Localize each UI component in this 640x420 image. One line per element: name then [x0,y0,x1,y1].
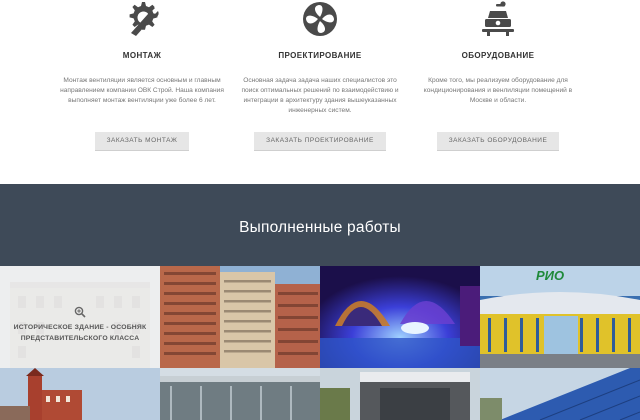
service-title: ПРОЕКТИРОВАНИЕ [278,51,362,60]
service-description: Основная задача задача наших специалисто… [241,77,399,114]
work-tile-shopping-mall[interactable]: РИО [480,266,640,368]
work-tile-residential-towers[interactable] [160,266,320,368]
service-title: ОБОРУДОВАНИЕ [461,51,535,60]
red-tower-photo [0,368,160,420]
residential-towers-photo [160,266,320,368]
work-tile-modern-office[interactable] [320,368,480,420]
work-caption: ИСТОРИЧЕСКОЕ ЗДАНИЕ - ОСОБНЯК ПРЕДСТАВИТ… [13,324,147,342]
wrench-gear-icon [129,2,159,37]
works-gallery: ИСТОРИЧЕСКОЕ ЗДАНИЕ - ОСОБНЯК ПРЕДСТАВИТ… [0,266,640,420]
service-description: Кроме того, мы реализуем оборудование дл… [423,77,573,104]
work-tile-glass-building[interactable] [160,368,320,420]
mall-sign: РИО [536,268,565,283]
order-design-button[interactable]: ЗАКАЗАТЬ ПРОЕКТИРОВАНИЕ [254,132,386,150]
zoom-icon[interactable] [74,306,86,318]
service-description: Монтаж вентиляции является основным и гл… [60,77,224,104]
service-design: ПРОЕКТИРОВАНИЕ Основная задача задача на… [230,0,410,150]
modern-office-photo [320,368,480,420]
hover-overlay[interactable]: ИСТОРИЧЕСКОЕ ЗДАНИЕ - ОСОБНЯК ПРЕДСТАВИТ… [0,266,160,368]
work-tile-historic-mansion[interactable]: ИСТОРИЧЕСКОЕ ЗДАНИЕ - ОСОБНЯК ПРЕДСТАВИТ… [0,266,160,368]
service-title: МОНТАЖ [122,51,162,60]
projector-equipment-icon [482,1,514,36]
fan-icon [303,2,337,36]
work-tile-event-hall[interactable] [320,266,480,368]
blue-facade-photo [480,368,640,420]
works-header-band: Выполненные работы [0,184,640,266]
order-equipment-button[interactable]: ЗАКАЗАТЬ ОБОРУДОВАНИЕ [436,132,560,150]
service-installation: МОНТАЖ Монтаж вентиляции является основн… [52,0,232,150]
order-installation-button[interactable]: ЗАКАЗАТЬ МОНТАЖ [94,132,190,150]
work-tile-blue-facade[interactable] [480,368,640,420]
event-hall-photo [320,266,480,368]
service-equipment: ОБОРУДОВАНИЕ Кроме того, мы реализуем об… [408,0,588,150]
glass-building-photo [160,368,320,420]
services-section: МОНТАЖ Монтаж вентиляции является основн… [0,0,640,184]
work-tile-red-tower[interactable] [0,368,160,420]
works-heading: Выполненные работы [239,219,401,236]
